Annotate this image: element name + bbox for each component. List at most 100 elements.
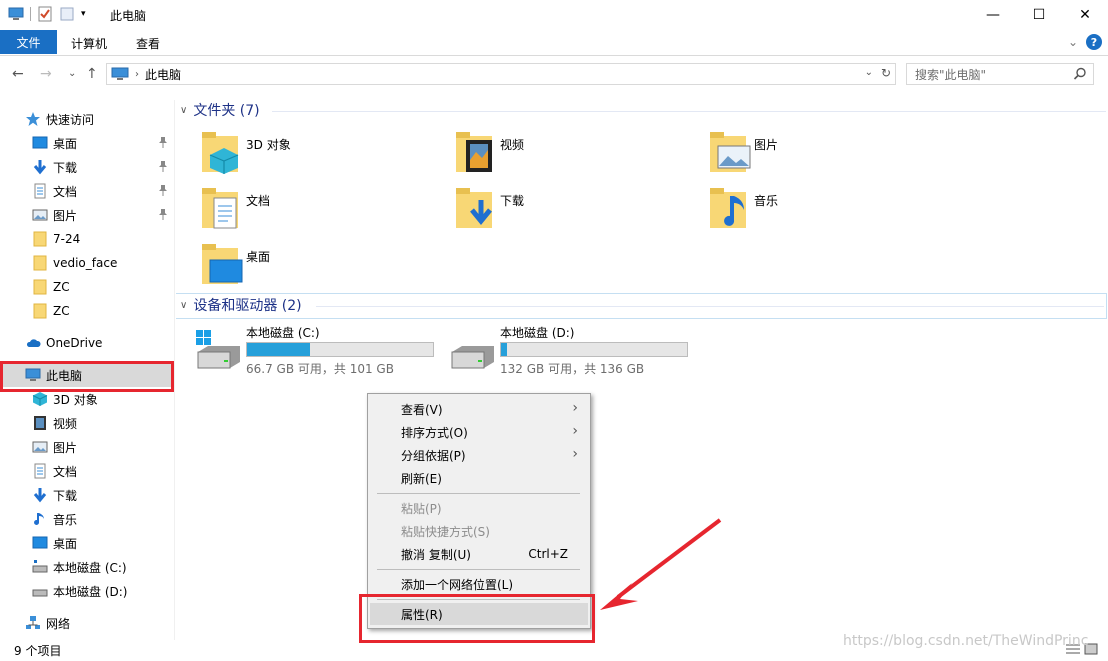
tab-computer[interactable]: 计算机 [71,35,107,52]
sidebar-item-label: 桌面 [53,136,78,151]
up-button[interactable]: ↑ [86,66,98,82]
refresh-icon[interactable]: ↻ [881,66,891,80]
tab-view[interactable]: 查看 [136,35,160,52]
sidebar-item-pictures[interactable]: 图片 [0,203,174,227]
picture-icon [32,209,48,221]
sidebar-item-onedrive[interactable]: OneDrive [0,331,174,355]
menu-item-add-network-location[interactable]: 添加一个网络位置(L) [370,573,588,595]
customize-toolbar-icon[interactable]: ▾ [81,9,86,19]
folder-tile-downloads[interactable]: 下载 [454,186,704,238]
chevron-down-icon[interactable]: ∨ [180,300,187,311]
sidebar-item-drive-d[interactable]: 本地磁盘 (D:) [0,579,174,603]
folder-tile-videos[interactable]: 视频 [454,130,704,182]
menu-item-label: 撤消 复制(U) [401,547,471,562]
drive-tile-d[interactable]: 本地磁盘 (D:) 132 GB 可用，共 136 GB [450,324,700,376]
folder-tile-pictures[interactable]: 图片 [708,130,958,182]
video-icon [456,132,492,172]
sidebar-item-label: 3D 对象 [53,392,98,407]
annotation-highlight-this-pc [0,361,174,392]
folder-tile-3d-objects[interactable]: 3D 对象 [200,130,450,182]
document-icon [34,183,46,199]
sidebar-item-desktop[interactable]: 桌面 [0,131,174,155]
search-input[interactable]: 搜索"此电脑" [906,63,1094,85]
menu-separator [377,569,580,570]
watermark: https://blog.csdn.net/TheWindPrinc [843,633,1089,649]
pin-icon[interactable] [158,160,168,172]
sidebar-item-label: 本地磁盘 (C:) [53,560,127,575]
sidebar-item-network[interactable]: 网络 [0,611,174,635]
folder-icon [33,279,47,295]
document-icon [202,188,238,229]
menu-item-refresh[interactable]: 刷新(E) [370,467,588,489]
close-button[interactable]: ✕ [1062,0,1108,30]
help-icon[interactable]: ? [1086,34,1102,50]
sidebar-item-folder-zc[interactable]: ZC [0,275,174,299]
address-bar[interactable]: › 此电脑 ⌄ ↻ [106,63,896,85]
devices-group-header[interactable]: ∨ 设备和驱动器 (2) [176,294,302,316]
sidebar-item-folder-zc-2[interactable]: ZC [0,299,174,323]
drive-usage-fill [501,343,507,356]
new-folder-icon[interactable] [59,6,75,22]
folder-tile-desktop[interactable]: 桌面 [200,242,450,294]
sidebar-item-quick-access[interactable]: 快速访问 [0,107,174,131]
breadcrumb[interactable]: 此电脑 [145,66,181,83]
sidebar-item-label: OneDrive [46,336,103,350]
pin-icon[interactable] [158,184,168,196]
group-focus-right [1106,293,1107,319]
music-icon [710,188,746,228]
sidebar-item-videos[interactable]: 视频 [0,411,174,435]
folder-label: 3D 对象 [246,138,291,152]
collapse-ribbon-icon[interactable]: ⌄ [1068,35,1078,49]
pane-divider[interactable] [174,100,175,640]
back-button[interactable]: ← [12,66,24,82]
drive-icon [451,346,494,369]
menu-item-label: 刷新(E) [401,471,442,486]
pin-icon[interactable] [158,136,168,148]
drive-tile-c[interactable]: 本地磁盘 (C:) 66.7 GB 可用，共 101 GB [196,324,446,376]
drive-icon [32,589,48,597]
sidebar-item-label: 下载 [53,488,78,503]
annotation-highlight-properties [359,594,595,643]
properties-icon[interactable] [37,6,53,22]
sidebar-item-drive-c[interactable]: 本地磁盘 (C:) [0,555,174,579]
video-icon [34,416,46,430]
breadcrumb-separator[interactable]: › [135,69,139,80]
minimize-button[interactable]: — [970,0,1016,30]
star-icon [26,112,40,126]
menu-item-undo-copy[interactable]: 撤消 复制(U) Ctrl+Z [370,543,588,565]
picture-icon [32,441,48,453]
sidebar-item-music[interactable]: 音乐 [0,507,174,531]
computer-icon[interactable] [8,6,24,22]
sidebar-item-pictures-2[interactable]: 图片 [0,435,174,459]
maximize-button[interactable]: ☐ [1016,0,1062,30]
download-icon [33,488,47,503]
chevron-right-icon: › [572,423,578,439]
recent-locations-button[interactable]: ⌄ [68,68,76,79]
tab-file[interactable]: 文件 [0,30,57,54]
sidebar-item-folder-7-24[interactable]: 7-24 [0,227,174,251]
sidebar-item-downloads[interactable]: 下载 [0,155,174,179]
sidebar-item-label: 文档 [53,184,78,199]
sidebar-item-desktop-2[interactable]: 桌面 [0,531,174,555]
folders-group-header[interactable]: ∨ 文件夹 (7) [176,99,260,121]
folder-tile-documents[interactable]: 文档 [200,186,450,238]
menu-item-group-by[interactable]: 分组依据(P) › [370,444,588,466]
cloud-icon [26,339,41,347]
chevron-down-icon[interactable]: ⌄ [865,67,873,78]
sidebar-item-label: 视频 [53,416,78,431]
sidebar-item-downloads-2[interactable]: 下载 [0,483,174,507]
search-icon[interactable] [1073,67,1087,81]
menu-item-paste-shortcut[interactable]: 粘贴快捷方式(S) [370,520,588,542]
folder-tile-music[interactable]: 音乐 [708,186,958,238]
menu-item-view[interactable]: 查看(V) › [370,398,588,420]
menu-item-label: 添加一个网络位置(L) [401,577,514,592]
menu-item-paste[interactable]: 粘贴(P) [370,497,588,519]
sidebar-item-documents-2[interactable]: 文档 [0,459,174,483]
menu-item-sort-by[interactable]: 排序方式(O) › [370,421,588,443]
pin-icon[interactable] [158,208,168,220]
sidebar-item-documents[interactable]: 文档 [0,179,174,203]
sidebar-item-folder-vedio-face[interactable]: vedio_face [0,251,174,275]
forward-button[interactable]: → [40,66,52,82]
music-icon [34,513,44,525]
chevron-down-icon[interactable]: ∨ [180,105,187,116]
